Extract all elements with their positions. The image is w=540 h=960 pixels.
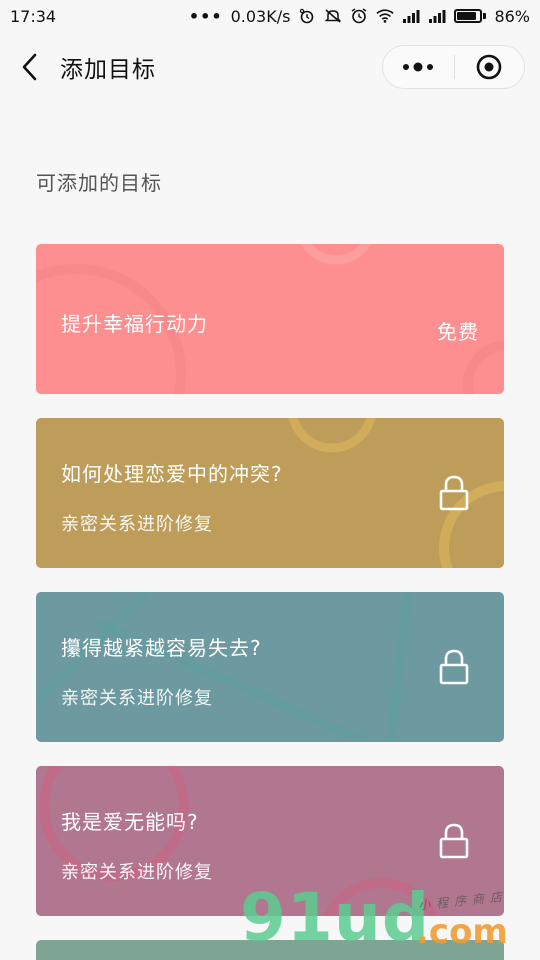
page-title: 添加目标: [60, 57, 156, 83]
status-time: 17:34: [10, 6, 57, 26]
section-title: 可添加的目标: [36, 171, 162, 195]
card-decoration: [36, 592, 413, 742]
wifi-icon: [376, 9, 395, 23]
capsule-menu: [382, 45, 525, 89]
watermark-dotcom: .com: [416, 912, 508, 952]
watermark-main: 91ud: [240, 879, 431, 956]
goal-card[interactable]: 提升幸福行动力 免费: [36, 244, 504, 394]
mute-icon: [324, 9, 342, 23]
battery-icon: [454, 9, 487, 23]
card-decoration: [288, 418, 504, 568]
goal-subtitle: 亲密关系进阶修复: [61, 688, 213, 709]
signal-icon: [402, 9, 420, 23]
battery-tip: [483, 13, 487, 19]
goal-title: 我是爱无能吗?: [61, 810, 199, 834]
battery-fill: [457, 12, 477, 20]
network-speed: 0.03K/s: [230, 6, 291, 26]
nav-bar: 添加目标: [0, 32, 540, 102]
lock-icon: [439, 649, 469, 685]
lock-icon: [439, 475, 469, 511]
goal-card[interactable]: 如何处理恋爱中的冲突? 亲密关系进阶修复: [36, 418, 504, 568]
goal-title: 如何处理恋爱中的冲突?: [61, 462, 283, 486]
status-bar: 17:34 ••• 0.03K/s 86%: [0, 0, 540, 32]
close-button[interactable]: [455, 46, 525, 88]
status-left: 17:34: [10, 7, 56, 26]
goal-title: 攥得越紧越容易失去?: [61, 636, 262, 660]
back-button[interactable]: [12, 47, 48, 87]
clock-icon: [350, 8, 368, 24]
watermark-tagline: 小程序商店: [417, 889, 509, 913]
signal-icon: [428, 9, 446, 23]
target-close-icon: [476, 54, 502, 80]
free-badge: 免费: [437, 320, 479, 344]
alarm-icon: [298, 8, 316, 24]
goal-subtitle: 亲密关系进阶修复: [61, 514, 213, 535]
goal-card[interactable]: 攥得越紧越容易失去? 亲密关系进阶修复: [36, 592, 504, 742]
chevron-left-icon: [22, 53, 37, 81]
goal-subtitle: 亲密关系进阶修复: [61, 862, 213, 883]
watermark: 91ud 小程序商店 .com: [240, 878, 540, 960]
battery-body: [454, 9, 483, 23]
status-right: ••• 0.03K/s 86%: [189, 7, 530, 26]
goal-title: 提升幸福行动力: [61, 312, 208, 336]
more-dots-icon: [403, 62, 434, 72]
more-button[interactable]: [383, 46, 454, 88]
lock-icon: [439, 823, 469, 859]
battery-percent: 86%: [494, 6, 530, 26]
status-dots: •••: [188, 6, 223, 26]
